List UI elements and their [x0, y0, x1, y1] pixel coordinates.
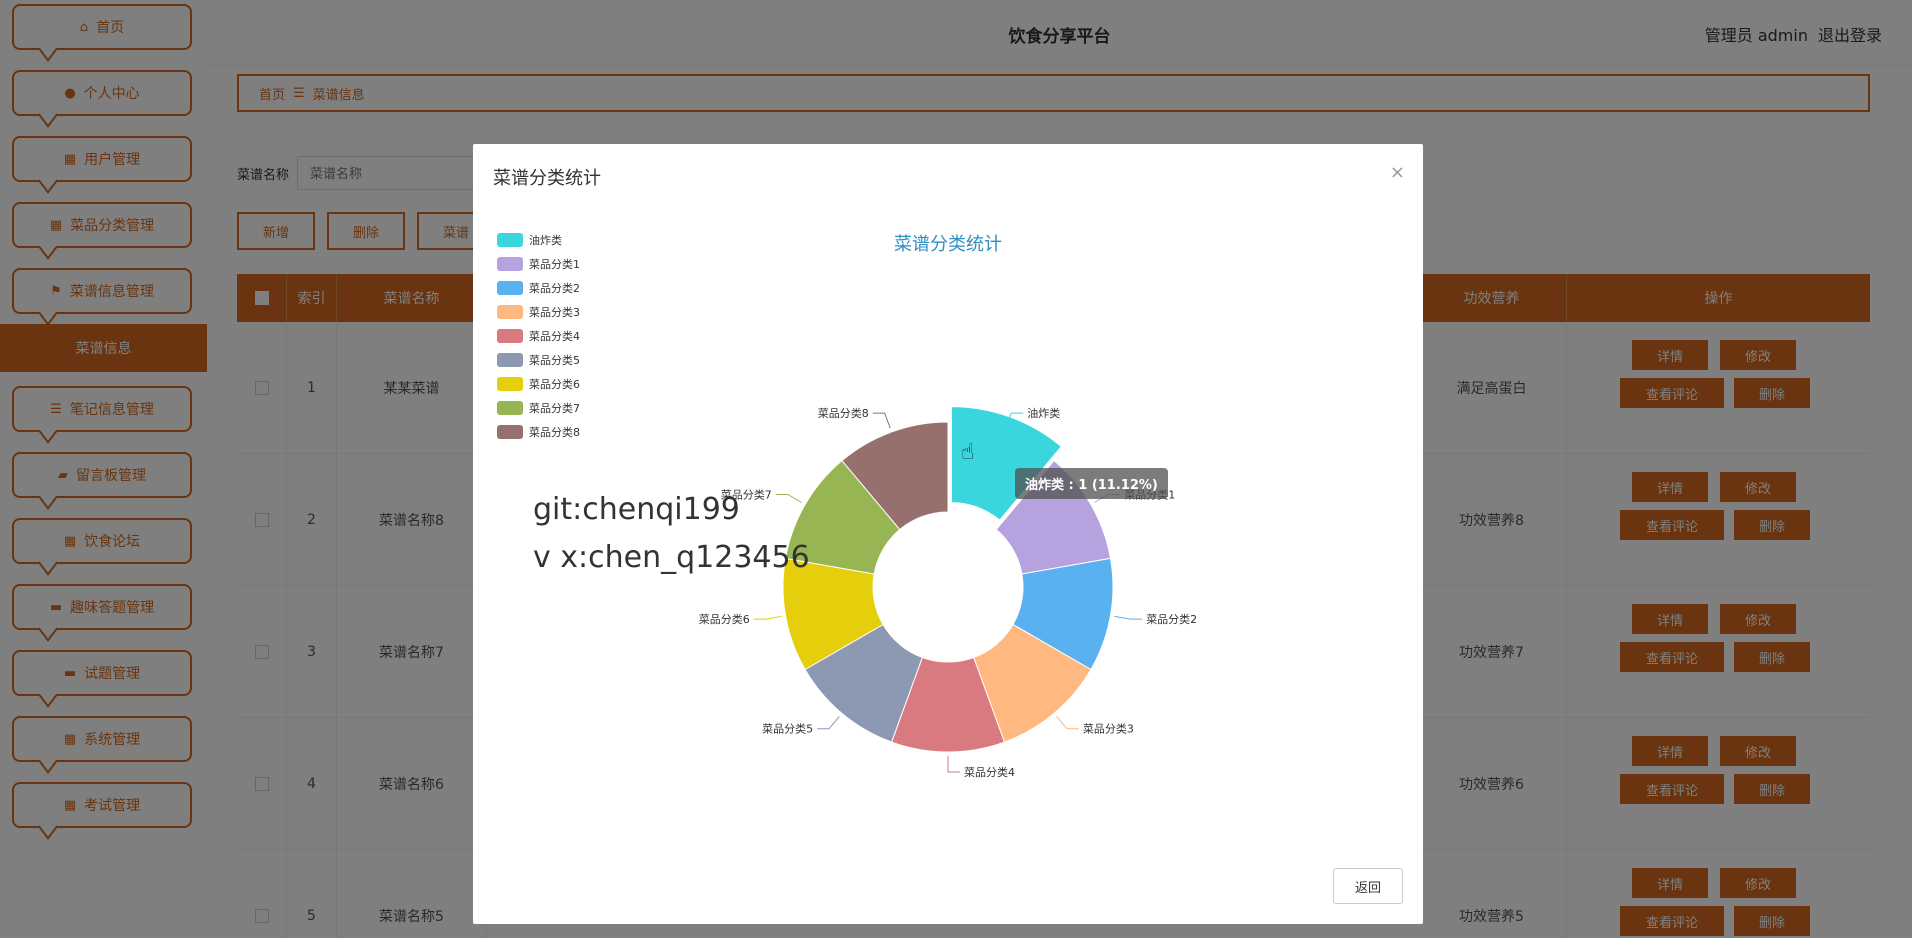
legend-item[interactable]: 菜品分类7: [497, 396, 580, 420]
legend-swatch: [497, 233, 523, 247]
legend-label: 菜品分类1: [529, 258, 580, 271]
watermark-line: git:chenqi199: [533, 492, 740, 527]
slice-label: 菜品分类4: [964, 765, 1015, 779]
close-icon[interactable]: ×: [1390, 162, 1405, 183]
legend-swatch: [497, 377, 523, 391]
label-leader-line: [872, 412, 891, 429]
slice-label: 菜品分类6: [699, 612, 750, 626]
slice-label: 菜品分类3: [1083, 722, 1134, 736]
legend-label: 菜品分类6: [529, 378, 580, 391]
chart-tooltip: 油炸类 : 1 (11.12%): [1015, 468, 1168, 499]
modal-title: 菜谱分类统计: [493, 168, 601, 189]
stats-modal: 油炸类菜品分类1菜品分类2菜品分类3菜品分类4菜品分类5菜品分类6菜品分类7菜品…: [473, 144, 1423, 924]
legend-label: 菜品分类8: [529, 426, 580, 439]
legend-swatch: [497, 281, 523, 295]
legend-label: 油炸类: [529, 234, 562, 247]
legend-swatch: [497, 425, 523, 439]
legend-item[interactable]: 菜品分类6: [497, 372, 580, 396]
chart-title: 菜谱分类统计: [894, 234, 1002, 255]
legend-label: 菜品分类5: [529, 354, 580, 367]
legend-item[interactable]: 菜品分类8: [497, 420, 580, 444]
legend-label: 菜品分类3: [529, 306, 580, 319]
slice-label: 菜品分类2: [1146, 612, 1197, 626]
legend-item[interactable]: 菜品分类2: [497, 276, 580, 300]
label-leader-line: [817, 716, 840, 730]
slice-label: 油炸类: [1027, 406, 1060, 420]
label-leader-line: [947, 756, 960, 773]
legend-item[interactable]: 菜品分类1: [497, 252, 580, 276]
legend-label: 菜品分类4: [529, 330, 580, 343]
slice-label: 菜品分类5: [762, 722, 813, 736]
legend-swatch: [497, 353, 523, 367]
label-leader-line: [1056, 716, 1079, 730]
legend-item[interactable]: 菜品分类5: [497, 348, 580, 372]
label-leader-line: [753, 615, 782, 620]
legend-item[interactable]: 菜品分类4: [497, 324, 580, 348]
legend-swatch: [497, 401, 523, 415]
legend-item[interactable]: 油炸类: [497, 228, 580, 252]
legend-swatch: [497, 305, 523, 319]
legend-label: 菜品分类7: [529, 402, 580, 415]
hand-cursor-icon: ☝: [961, 440, 975, 465]
legend-item[interactable]: 菜品分类3: [497, 300, 580, 324]
label-leader-line: [1114, 615, 1143, 620]
watermark-text: git:chenqi199 v x:chen_q123456: [533, 486, 810, 582]
watermark-line: v x:chen_q123456: [533, 540, 810, 575]
legend-swatch: [497, 329, 523, 343]
back-button[interactable]: 返回: [1333, 868, 1403, 904]
chart-legend: 油炸类菜品分类1 菜品分类2 菜品分类3 菜品分类4 菜品分类5 菜品分类6 菜品分类7 菜品…: [497, 228, 580, 444]
slice-label: 菜品分类8: [818, 406, 869, 420]
legend-label: 菜品分类2: [529, 282, 580, 295]
legend-swatch: [497, 257, 523, 271]
